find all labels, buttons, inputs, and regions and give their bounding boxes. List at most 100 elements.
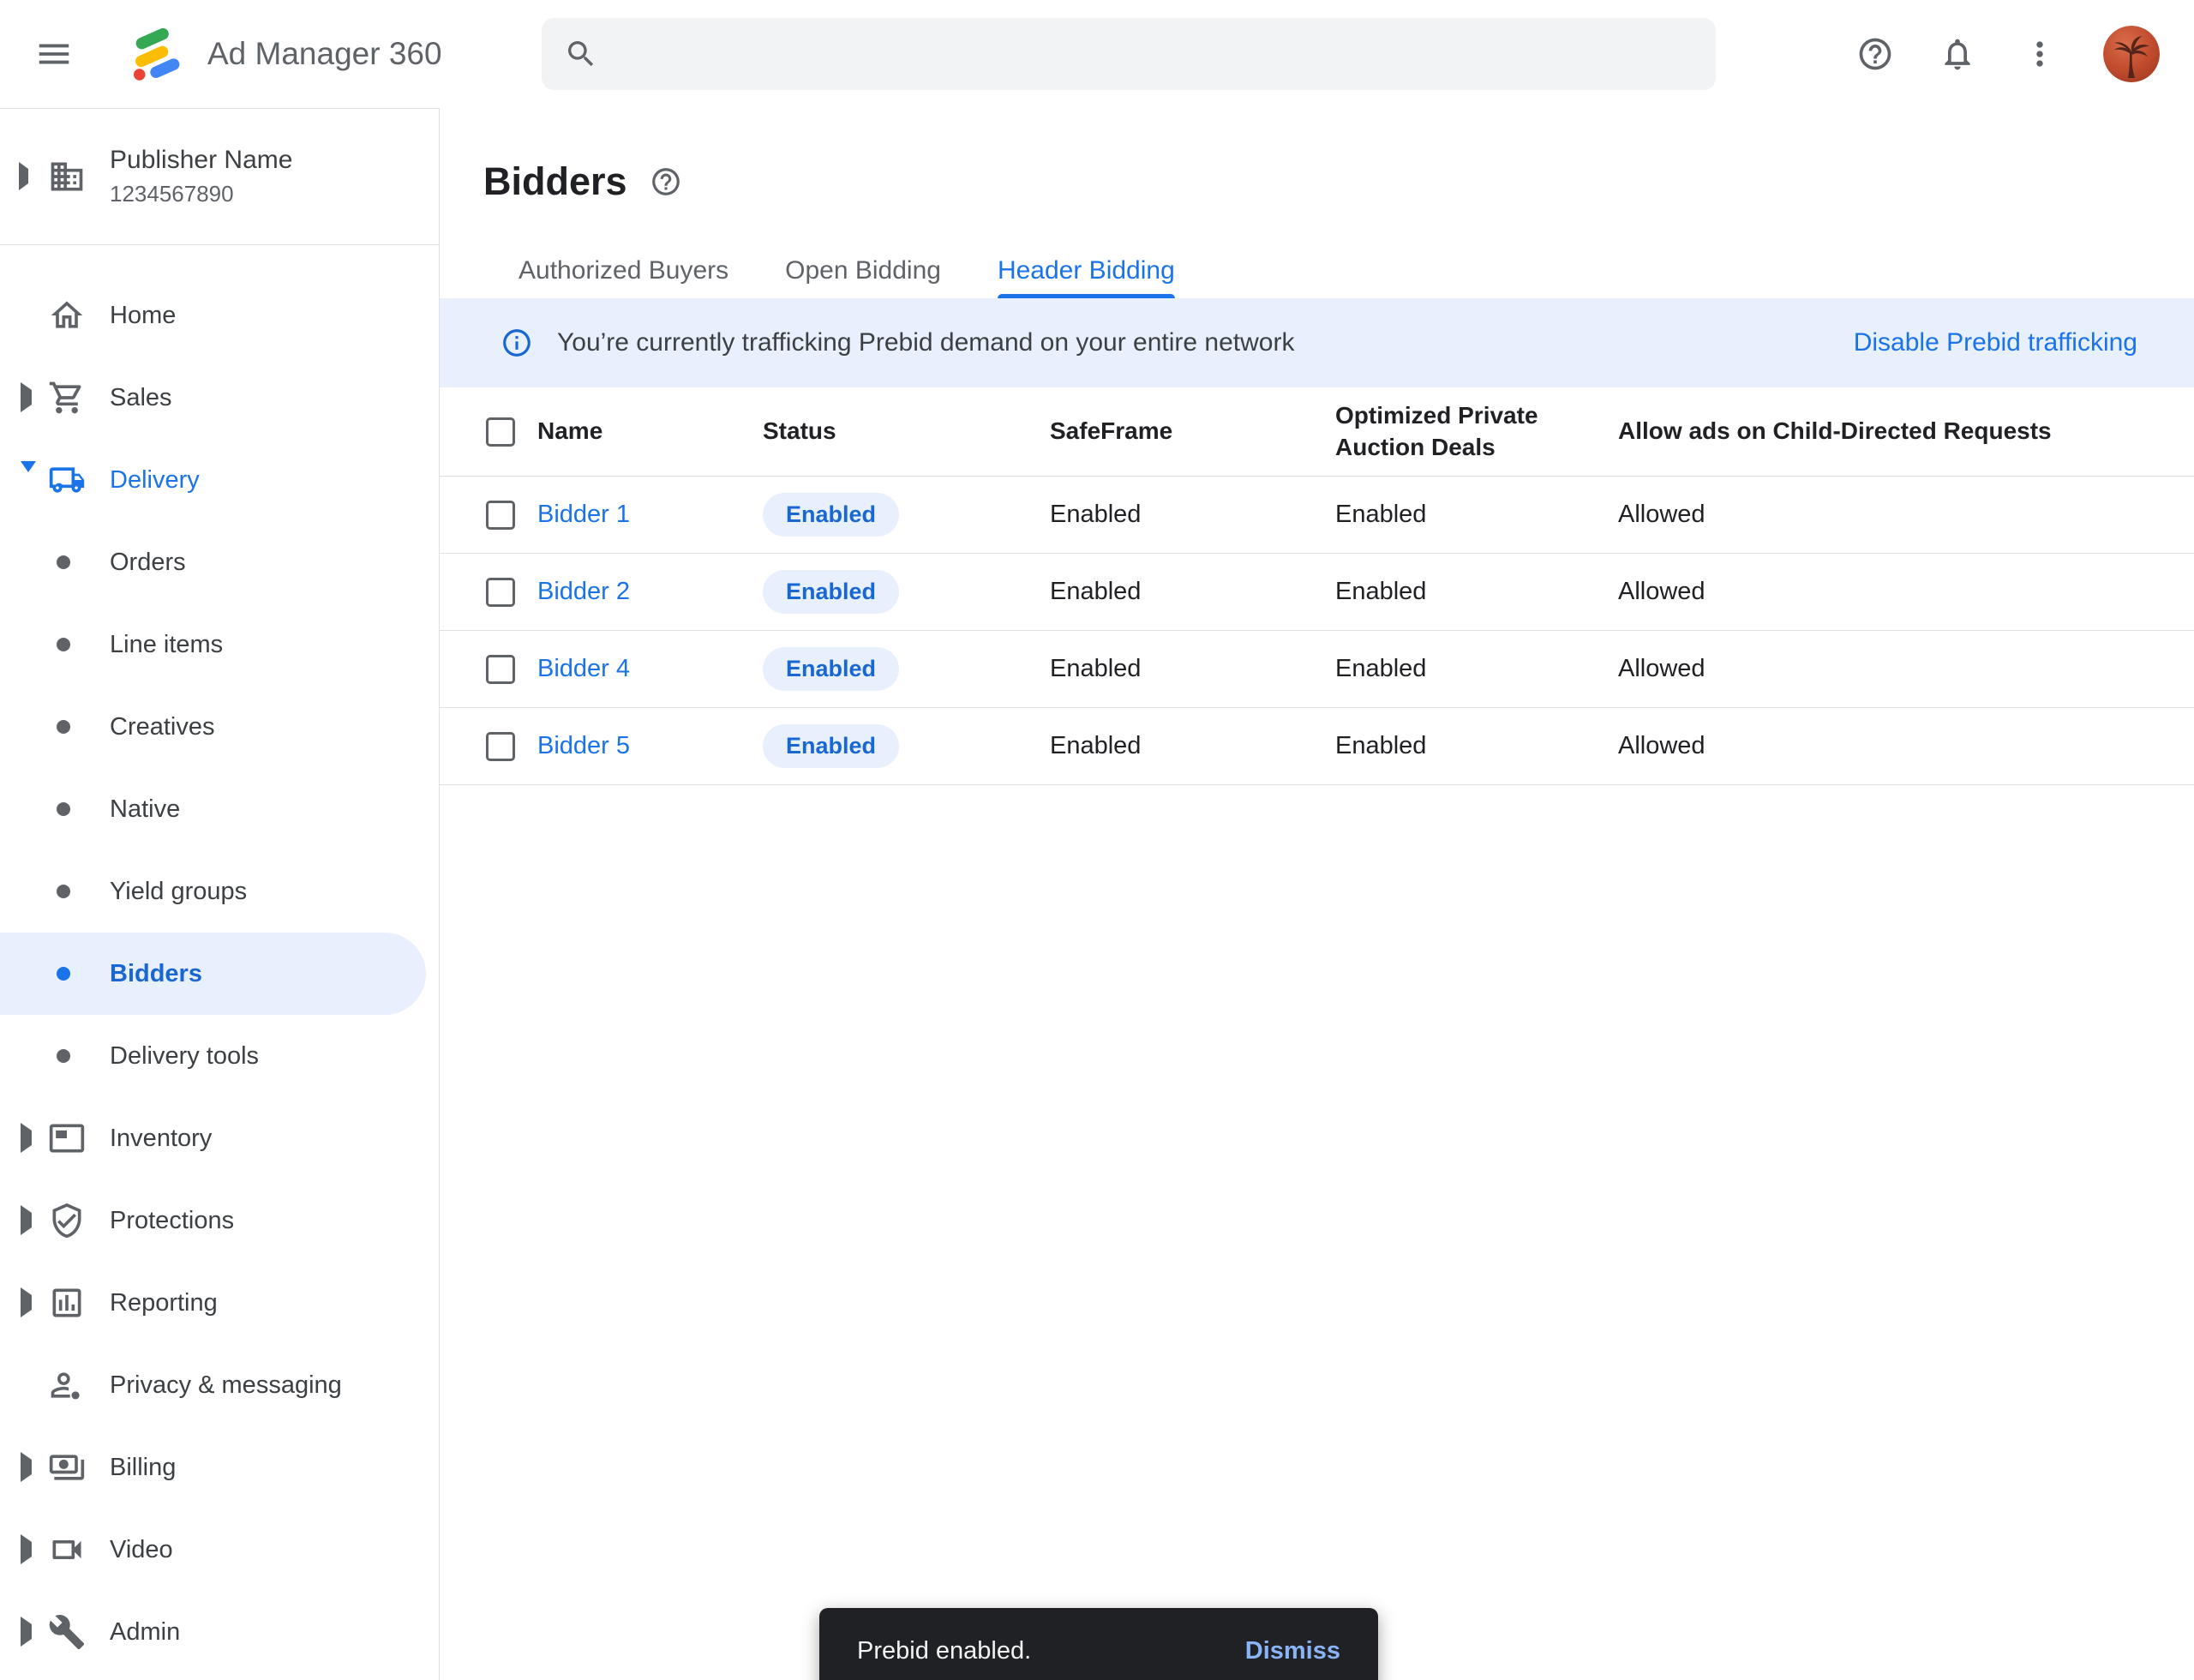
sidebar-item-privacy-messaging[interactable]: Privacy & messaging (0, 1344, 439, 1426)
bidder-link[interactable]: Bidder 1 (537, 501, 763, 529)
tab-bar: Authorized Buyers Open Bidding Header Bi… (440, 243, 2194, 298)
sidebar-item-label: Bidders (110, 960, 202, 988)
sidebar-item-inventory[interactable]: Inventory (0, 1097, 439, 1179)
sidebar-item-label: Line items (110, 631, 223, 659)
child-directed-value: Allowed (1618, 501, 2194, 529)
sidebar-item-creatives[interactable]: Creatives (0, 686, 439, 768)
disable-prebid-link[interactable]: Disable Prebid trafficking (1854, 328, 2137, 357)
child-directed-value: Allowed (1618, 578, 2194, 606)
select-all-checkbox[interactable] (486, 417, 515, 447)
ad-manager-page: Ad Manager 360 (0, 0, 2194, 1680)
sidebar-item-admin[interactable]: Admin (0, 1591, 439, 1673)
bullet-icon (57, 720, 70, 734)
sidebar-item-yield-groups[interactable]: Yield groups (0, 850, 439, 933)
sidebar-item-label: Video (110, 1536, 173, 1564)
bidder-link[interactable]: Bidder 5 (537, 732, 763, 760)
sidebar-item-orders[interactable]: Orders (0, 521, 439, 603)
person-icon (48, 1366, 86, 1404)
sidebar-item-label: Yield groups (110, 878, 247, 906)
bullet-icon (57, 967, 70, 981)
sidebar-item-reporting[interactable]: Reporting (0, 1262, 439, 1344)
publisher-name: Publisher Name (110, 146, 292, 175)
videocam-icon (48, 1531, 86, 1569)
bullet-icon (57, 1049, 70, 1063)
tab-open-bidding[interactable]: Open Bidding (757, 243, 969, 298)
hamburger-menu-icon[interactable] (34, 34, 74, 74)
sidebar-item-label: Delivery tools (110, 1042, 259, 1071)
table-row: Bidder 2 Enabled Enabled Enabled Allowed (440, 554, 2194, 631)
sidebar-item-label: Orders (110, 549, 186, 577)
shield-icon (48, 1202, 86, 1239)
search-input[interactable] (617, 39, 1693, 69)
table-row: Bidder 1 Enabled Enabled Enabled Allowed (440, 477, 2194, 554)
sidebar: Publisher Name 1234567890 Home Sales (0, 108, 440, 1680)
snackbar-dismiss-button[interactable]: Dismiss (1245, 1637, 1340, 1665)
banner-message: You’re currently trafficking Prebid dema… (557, 328, 1294, 357)
table-header-row: Name Status SafeFrame Optimized Private … (440, 387, 2194, 477)
more-options-icon[interactable] (2021, 35, 2059, 73)
bullet-icon (57, 885, 70, 898)
chevron-right-icon (19, 162, 28, 190)
info-icon (501, 327, 533, 359)
sidebar-item-label: Billing (110, 1454, 176, 1482)
row-checkbox[interactable] (486, 732, 515, 761)
chevron-right-icon (21, 1205, 32, 1235)
publisher-selector[interactable]: Publisher Name 1234567890 (0, 109, 439, 245)
safeframe-value: Enabled (1050, 578, 1335, 606)
column-header-child-directed: Allow ads on Child-Directed Requests (1618, 416, 2194, 447)
row-checkbox[interactable] (486, 578, 515, 607)
sidebar-item-protections[interactable]: Protections (0, 1179, 439, 1262)
building-icon (48, 158, 86, 195)
main-content: Bidders Authorized Buyers Open Bidding H… (440, 108, 2194, 1680)
sidebar-item-label: Admin (110, 1618, 180, 1647)
chevron-down-icon (21, 461, 36, 487)
row-checkbox[interactable] (486, 501, 515, 530)
sidebar-item-label: Creatives (110, 713, 215, 741)
chevron-right-icon (21, 1452, 32, 1482)
title-help-icon[interactable] (650, 165, 682, 198)
sidebar-item-home[interactable]: Home (0, 274, 439, 357)
bullet-icon (57, 802, 70, 816)
app-title: Ad Manager 360 (207, 36, 442, 72)
avatar[interactable] (2103, 26, 2160, 82)
sidebar-item-delivery-tools[interactable]: Delivery tools (0, 1015, 439, 1097)
sidebar-item-line-items[interactable]: Line items (0, 603, 439, 686)
help-icon[interactable] (1856, 35, 1894, 73)
bidder-link[interactable]: Bidder 2 (537, 578, 763, 606)
sidebar-item-label: Protections (110, 1207, 234, 1235)
sidebar-item-delivery[interactable]: Delivery (0, 439, 439, 521)
sidebar-nav: Home Sales Delivery Orders (0, 245, 439, 1673)
snackbar-message: Prebid enabled. (857, 1637, 1031, 1665)
header-actions (1856, 26, 2160, 82)
sidebar-item-label: Delivery (110, 466, 200, 495)
status-badge: Enabled (763, 570, 899, 614)
opad-value: Enabled (1335, 655, 1618, 683)
truck-icon (48, 461, 86, 499)
tab-header-bidding[interactable]: Header Bidding (969, 243, 1203, 298)
page-title: Bidders (483, 159, 627, 204)
sidebar-item-bidders[interactable]: Bidders (0, 933, 426, 1015)
bullet-icon (57, 555, 70, 569)
sidebar-item-billing[interactable]: Billing (0, 1426, 439, 1509)
row-checkbox[interactable] (486, 655, 515, 684)
sidebar-item-sales[interactable]: Sales (0, 357, 439, 439)
chevron-right-icon (21, 1617, 32, 1647)
sidebar-item-video[interactable]: Video (0, 1509, 439, 1591)
sidebar-item-native[interactable]: Native (0, 768, 439, 850)
chevron-right-icon (21, 1123, 32, 1153)
notifications-bell-icon[interactable] (1939, 35, 1976, 73)
sidebar-item-label: Native (110, 795, 180, 824)
opad-value: Enabled (1335, 501, 1618, 529)
column-header-safeframe: SafeFrame (1050, 416, 1335, 447)
tab-authorized-buyers[interactable]: Authorized Buyers (490, 243, 757, 298)
home-icon (48, 297, 86, 334)
chart-icon (48, 1284, 86, 1322)
search-bar[interactable] (542, 18, 1716, 90)
bidder-link[interactable]: Bidder 4 (537, 655, 763, 683)
sidebar-item-label: Home (110, 302, 176, 330)
child-directed-value: Allowed (1618, 732, 2194, 760)
column-header-name: Name (537, 416, 763, 447)
table-row: Bidder 4 Enabled Enabled Enabled Allowed (440, 631, 2194, 708)
prebid-info-banner: You’re currently trafficking Prebid dema… (440, 298, 2194, 387)
sidebar-item-label: Sales (110, 384, 172, 412)
